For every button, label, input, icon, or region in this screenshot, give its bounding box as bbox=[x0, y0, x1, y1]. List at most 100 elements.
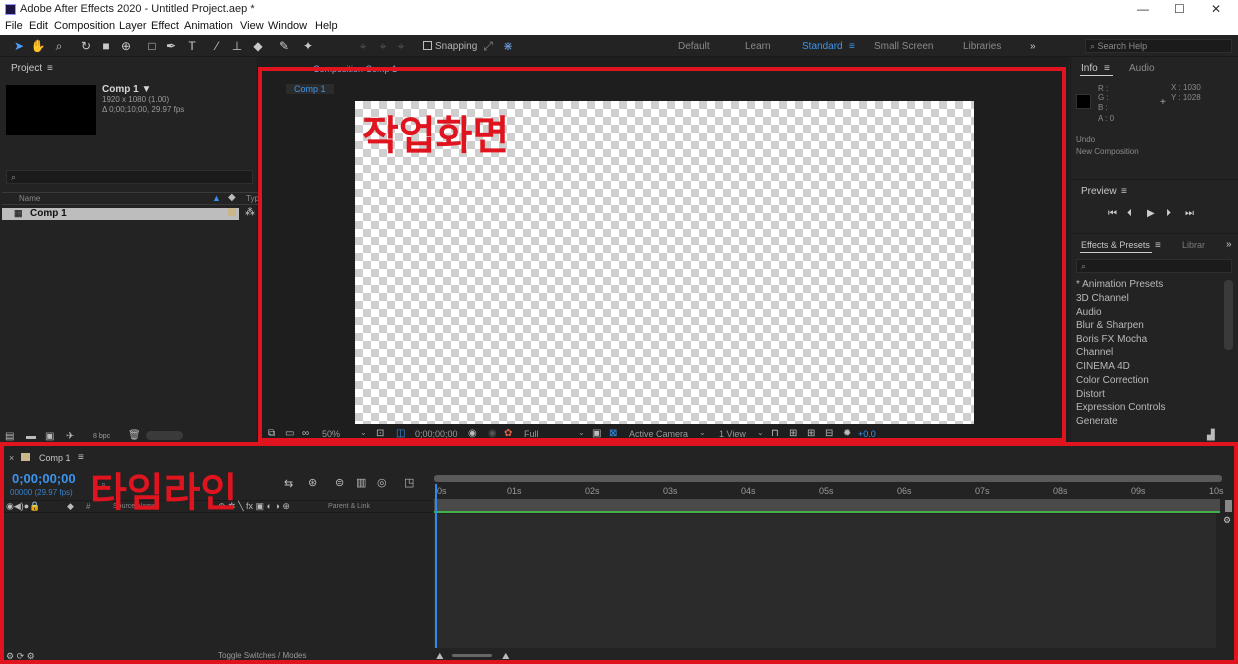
effect-category[interactable]: Audio bbox=[1076, 307, 1102, 318]
menu-layer[interactable]: Layer bbox=[119, 20, 147, 32]
undo-value: New Composition bbox=[1076, 147, 1139, 156]
info-x: X : 1030 bbox=[1171, 83, 1201, 92]
effects-search-input[interactable]: ⌕ bbox=[1076, 259, 1232, 273]
project-search-input[interactable]: ⌕ bbox=[6, 170, 253, 184]
zoom-tool-icon[interactable]: ⌕ bbox=[51, 38, 67, 54]
libraries-tab[interactable]: Librar bbox=[1182, 240, 1205, 250]
effects-scrollbar[interactable] bbox=[1224, 280, 1233, 350]
label-color-swatch[interactable] bbox=[228, 208, 236, 216]
more-workspaces-icon[interactable]: » bbox=[1030, 41, 1036, 52]
type-column-header[interactable]: Typ bbox=[246, 194, 259, 203]
effect-category[interactable]: Generate bbox=[1076, 416, 1118, 427]
project-item-row[interactable]: ▦ Comp 1 bbox=[2, 208, 239, 220]
world-axis-icon[interactable]: ⌖ bbox=[375, 38, 391, 54]
info-y: Y : 1028 bbox=[1171, 93, 1201, 102]
info-menu-icon[interactable]: ≡ bbox=[1104, 63, 1110, 74]
effect-category[interactable]: 3D Channel bbox=[1076, 293, 1129, 304]
menu-edit[interactable]: Edit bbox=[29, 20, 48, 32]
effect-category[interactable]: Channel bbox=[1076, 347, 1113, 358]
search-help-input[interactable]: ⌕ Search Help bbox=[1085, 39, 1232, 53]
rectangle-tool-icon[interactable]: □ bbox=[144, 38, 160, 54]
name-column-header[interactable]: Name bbox=[19, 194, 40, 203]
effects-tab-underline bbox=[1080, 252, 1152, 253]
new-preset-icon[interactable]: ▟ bbox=[1207, 430, 1215, 441]
minimize-button[interactable]: — bbox=[1137, 2, 1149, 16]
clone-stamp-tool-icon[interactable]: ⊥ bbox=[229, 38, 245, 54]
project-item-name[interactable]: Comp 1 bbox=[30, 208, 67, 219]
sort-ascending-icon[interactable]: ▲ bbox=[212, 193, 221, 203]
info-a: A : 0 bbox=[1098, 114, 1115, 123]
roto-brush-tool-icon[interactable]: ✎ bbox=[276, 38, 292, 54]
workspace-learn[interactable]: Learn bbox=[745, 41, 771, 52]
workspace-standard[interactable]: Standard bbox=[802, 41, 843, 52]
menu-effect[interactable]: Effect bbox=[151, 20, 179, 32]
new-comp-icon[interactable]: ▣ bbox=[45, 431, 54, 442]
project-panel-title[interactable]: Project bbox=[11, 63, 42, 74]
comp-duration: Δ 0;00;10;00, 29.97 fps bbox=[102, 105, 185, 114]
workspace-small-screen[interactable]: Small Screen bbox=[874, 41, 933, 52]
view-axis-icon[interactable]: ⌖ bbox=[393, 38, 409, 54]
previous-frame-icon[interactable]: ⏴ bbox=[1127, 208, 1132, 219]
more-panels-icon[interactable]: » bbox=[1226, 239, 1232, 250]
info-b: B : bbox=[1098, 103, 1108, 112]
next-frame-icon[interactable]: ⏵ bbox=[1166, 208, 1171, 219]
effect-category[interactable]: Distort bbox=[1076, 389, 1105, 400]
effect-category[interactable]: CINEMA 4D bbox=[1076, 361, 1130, 372]
thumbnail-slider[interactable] bbox=[146, 431, 183, 440]
panel-menu-icon[interactable]: ≡ bbox=[47, 63, 53, 74]
effects-menu-icon[interactable]: ≡ bbox=[1155, 240, 1161, 251]
last-frame-icon[interactable]: ⏭ bbox=[1185, 208, 1194, 219]
new-folder-icon[interactable]: ▬ bbox=[26, 431, 36, 442]
rotate-tool-icon[interactable]: ↻ bbox=[78, 38, 94, 54]
effect-category[interactable]: Boris FX Mocha bbox=[1076, 334, 1147, 345]
workspace-menu-icon[interactable]: ≡ bbox=[849, 41, 855, 52]
selection-tool-icon[interactable]: ➤ bbox=[11, 38, 27, 54]
effect-category[interactable]: Blur & Sharpen bbox=[1076, 320, 1144, 331]
menu-view[interactable]: View bbox=[240, 20, 264, 32]
comp-type-icon: ⁂ bbox=[245, 207, 255, 218]
comp-name-label[interactable]: Comp 1 ▼ bbox=[102, 84, 151, 95]
crosshair-icon: + bbox=[1160, 97, 1166, 108]
hand-tool-icon[interactable]: ✋ bbox=[30, 38, 46, 54]
bit-depth-button[interactable]: 8 bpc bbox=[93, 433, 110, 440]
snap-edge-icon[interactable]: ⤢ bbox=[480, 38, 496, 54]
delete-icon[interactable]: 🗑 bbox=[128, 430, 141, 441]
effect-category[interactable]: Color Correction bbox=[1076, 375, 1149, 386]
puppet-pin-tool-icon[interactable]: ✦ bbox=[300, 38, 316, 54]
color-swatch bbox=[1076, 94, 1091, 109]
local-axis-icon[interactable]: ⌖ bbox=[355, 38, 371, 54]
eraser-tool-icon[interactable]: ◆ bbox=[250, 38, 266, 54]
type-tool-icon[interactable]: T bbox=[184, 38, 200, 54]
label-tag-icon[interactable]: ◆ bbox=[228, 192, 236, 203]
pen-tool-icon[interactable]: ✒ bbox=[163, 38, 179, 54]
preview-menu-icon[interactable]: ≡ bbox=[1121, 186, 1127, 197]
info-tab[interactable]: Info bbox=[1081, 63, 1098, 74]
interpret-footage-icon[interactable]: ▤ bbox=[5, 431, 14, 442]
menu-composition[interactable]: Composition bbox=[54, 20, 115, 32]
workspace-libraries[interactable]: Libraries bbox=[963, 41, 1001, 52]
snapping-checkbox[interactable] bbox=[423, 41, 432, 50]
camera-tool-icon[interactable]: ■ bbox=[98, 38, 114, 54]
effect-category[interactable]: * Animation Presets bbox=[1076, 279, 1163, 290]
maximize-button[interactable]: ☐ bbox=[1174, 2, 1185, 16]
divider bbox=[1070, 179, 1238, 180]
menu-file[interactable]: File bbox=[5, 20, 23, 32]
menu-animation[interactable]: Animation bbox=[184, 20, 233, 32]
effect-category[interactable]: Expression Controls bbox=[1076, 402, 1165, 413]
play-icon[interactable]: ▶ bbox=[1147, 208, 1155, 219]
close-button[interactable]: ✕ bbox=[1211, 2, 1221, 16]
menu-bar: File Edit Composition Layer Effect Anima… bbox=[0, 19, 1238, 35]
audio-tab[interactable]: Audio bbox=[1129, 63, 1155, 74]
brush-tool-icon[interactable]: ⁄ bbox=[209, 38, 225, 54]
snap-feature-icon[interactable]: ⋇ bbox=[500, 38, 516, 54]
workspace-default[interactable]: Default bbox=[678, 41, 710, 52]
render-queue-icon[interactable]: ✈ bbox=[66, 431, 74, 442]
first-frame-icon[interactable]: ⏮ bbox=[1108, 208, 1117, 219]
search-help-placeholder: Search Help bbox=[1097, 41, 1148, 51]
comp-dimensions: 1920 x 1080 (1.00) bbox=[102, 95, 170, 104]
preview-title[interactable]: Preview bbox=[1081, 186, 1117, 197]
effects-presets-tab[interactable]: Effects & Presets bbox=[1081, 240, 1150, 250]
menu-window[interactable]: Window bbox=[268, 20, 307, 32]
pan-behind-tool-icon[interactable]: ⊕ bbox=[118, 38, 134, 54]
menu-help[interactable]: Help bbox=[315, 20, 338, 32]
